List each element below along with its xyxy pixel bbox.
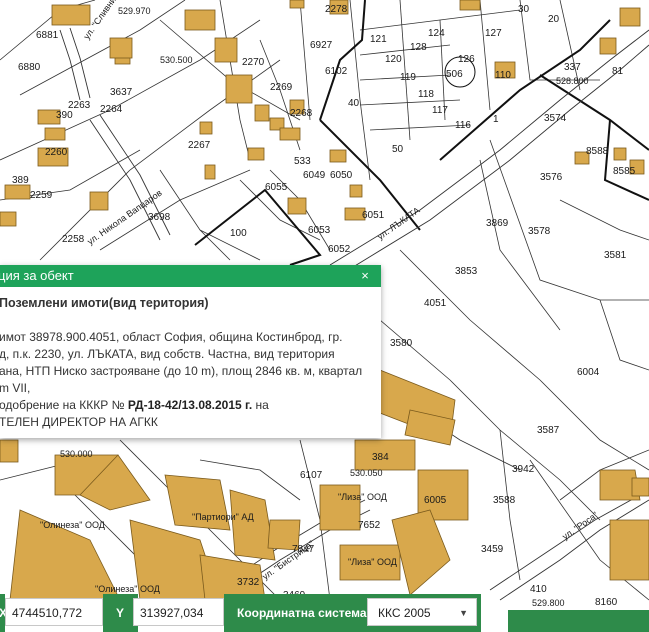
- plot-label: 7652: [358, 520, 381, 531]
- plot-label: 6052: [328, 244, 351, 255]
- coordbar-bg: [508, 610, 649, 632]
- plot-label: 6050: [330, 170, 353, 181]
- plot-label: 8588: [586, 146, 609, 157]
- plot-label: 116: [455, 120, 471, 131]
- company-label: "Олинеза" ООД: [95, 584, 160, 594]
- plot-label: 81: [612, 66, 624, 77]
- plot-label: 3869: [486, 218, 509, 229]
- popup-subtitle: Поземлени имоти(вид територия): [0, 296, 209, 310]
- plot-label: 6049: [303, 170, 326, 181]
- plot-label: 3459: [481, 544, 504, 555]
- approval-text-suffix: на: [255, 398, 269, 412]
- plot-label: 127: [485, 28, 502, 39]
- plot-label: 8585: [613, 166, 636, 177]
- plot-label: 2264: [100, 104, 123, 115]
- plot-label: 6107: [300, 470, 323, 481]
- plot-label: 40: [348, 98, 360, 109]
- elevation-label: 528.800: [556, 76, 589, 86]
- plot-label: 121: [370, 34, 387, 45]
- plot-label: 2259: [30, 190, 53, 201]
- plot-label: 3698: [148, 212, 171, 223]
- plot-label: 1: [493, 114, 499, 125]
- plot-label: 6055: [265, 182, 288, 193]
- popup-line: одобрение на КККР № РД-18-42/13.08.2015 …: [0, 397, 374, 414]
- plot-label: 118: [418, 89, 434, 100]
- plot-label: 6102: [325, 66, 348, 77]
- popup-body: имот 38978.900.4051, област София, общин…: [0, 329, 374, 431]
- popup-title: ция за обект: [0, 268, 74, 283]
- elevation-label: 529.970: [118, 6, 151, 16]
- plot-label: 3574: [544, 113, 567, 124]
- plot-label: 3576: [540, 172, 563, 183]
- approval-text: одобрение на КККР №: [0, 398, 125, 412]
- plot-label: 3587: [537, 425, 560, 436]
- plot-label: 3581: [604, 250, 627, 261]
- plot-label: 2258: [62, 234, 85, 245]
- plot-label: 337: [564, 62, 581, 73]
- plot-label: 6005: [424, 495, 447, 506]
- plot-label: 3942: [512, 464, 535, 475]
- plot-label: 100: [230, 228, 247, 239]
- plot-label: 6053: [308, 225, 331, 236]
- plot-label: 3637: [110, 87, 133, 98]
- popup-line: ТЕЛЕН ДИРЕКТОР НА АГКК: [0, 415, 158, 429]
- coordinate-system-label: Координатна система: [237, 606, 367, 620]
- plot-label: 390: [56, 110, 73, 121]
- plot-label: 120: [385, 54, 402, 65]
- plot-label: 2269: [270, 82, 293, 93]
- plot-label: 128: [410, 42, 427, 53]
- popup-line: m VII,: [0, 381, 31, 395]
- company-label: "Олинеза" ООД: [40, 520, 105, 530]
- plot-label: 6927: [310, 40, 333, 51]
- plot-label: 389: [12, 175, 29, 186]
- elevation-label: 530.000: [60, 449, 93, 459]
- plot-label: 2268: [290, 108, 313, 119]
- plot-label: 6004: [577, 367, 600, 378]
- plot-label: 4051: [424, 298, 447, 309]
- plot-label: 117: [432, 105, 448, 116]
- company-label: "Лиза" ООД: [348, 557, 397, 567]
- plot-label: 3732: [237, 577, 260, 588]
- plot-label: 6051: [362, 210, 385, 221]
- popup-line: д, п.к. 2230, ул. ЛЪКАТА, вид собств. Ча…: [0, 347, 335, 361]
- plot-label: 6880: [18, 62, 41, 73]
- circled-plot-label: 506: [446, 69, 463, 80]
- approval-order-number: РД-18-42/13.08.2015 г.: [127, 398, 253, 412]
- plot-label: 3578: [528, 226, 551, 237]
- coordinate-system-select[interactable]: ККС 2005 ▼: [367, 598, 477, 626]
- plot-label: 50: [392, 144, 404, 155]
- plot-label: 3588: [493, 495, 516, 506]
- plot-label: 124: [428, 28, 445, 39]
- plot-label: 533: [294, 156, 311, 167]
- plot-label: 20: [548, 14, 560, 25]
- x-coordinate-field[interactable]: 4744510,772: [5, 598, 103, 626]
- plot-label: 3853: [455, 266, 478, 277]
- coordinate-bar: X 4744510,772 Y 313927,034 Координатна с…: [0, 594, 649, 632]
- popup-line: имот 38978.900.4051, област София, общин…: [0, 330, 343, 344]
- plot-label: 2270: [242, 57, 265, 68]
- plot-label: 2267: [188, 140, 211, 151]
- close-icon[interactable]: ×: [357, 265, 373, 287]
- plot-label: 6881: [36, 30, 59, 41]
- y-coordinate-field[interactable]: 313927,034: [133, 598, 224, 626]
- plot-label: 384: [372, 452, 389, 463]
- popup-header: ция за обект ×: [0, 265, 381, 287]
- plot-label: 2278: [325, 4, 348, 15]
- company-label: "Лиза" ООД: [338, 492, 387, 502]
- company-label: "Партиори" АД: [192, 512, 254, 522]
- popup-line: ана, НТП Ниско застрояване (до 10 m), пл…: [0, 364, 363, 378]
- plot-label: 30: [518, 4, 530, 15]
- chevron-down-icon: ▼: [459, 608, 468, 618]
- plot-label: 119: [400, 72, 416, 83]
- plot-label: 2260: [45, 147, 68, 158]
- coordinate-system-value: ККС 2005: [378, 606, 431, 620]
- elevation-label: 530.500: [160, 55, 193, 65]
- object-info-popup: ция за обект × Поземлени имоти(вид терит…: [0, 265, 381, 438]
- elevation-label: 530.050: [350, 468, 383, 478]
- y-label: Y: [116, 606, 125, 620]
- plot-label: 110: [495, 70, 511, 81]
- plot-label: 3580: [390, 338, 413, 349]
